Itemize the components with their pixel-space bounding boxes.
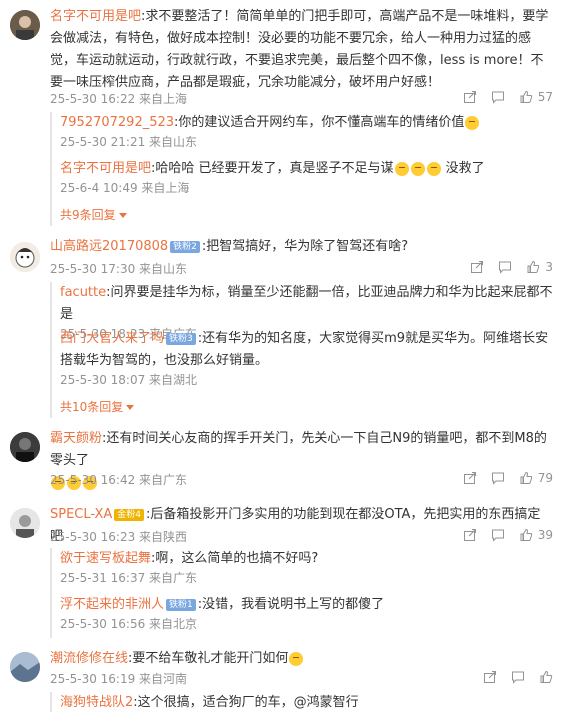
comment-icon[interactable] xyxy=(491,528,505,542)
reply: 欲于速写板起舞:啊，这么简单的也搞不好吗? 25-5-31 16:37 来自广东 xyxy=(60,548,553,586)
like-count: 39 xyxy=(537,528,553,542)
comment-meta: 25-5-30 16:23 来自陕西 xyxy=(50,530,188,544)
reply-text-suffix: 没救了 xyxy=(445,161,485,176)
avatar[interactable] xyxy=(10,508,40,538)
emoji-icon xyxy=(410,161,425,176)
share-icon[interactable] xyxy=(463,528,477,542)
comment-icon[interactable] xyxy=(491,471,505,485)
chevron-down-icon xyxy=(126,405,135,410)
avatar[interactable] xyxy=(10,432,40,462)
laugh-emoji-icon xyxy=(465,115,480,130)
reply-username[interactable]: 名字不可用是吧 xyxy=(60,161,151,176)
reply: 浮不起来的非洲人 铁粉1:没错，我看说明书上写的都傻了 25-5-30 16:56… xyxy=(60,594,553,632)
fan-badge: 铁粉1 xyxy=(166,598,196,611)
reply-username[interactable]: 欲于速写板起舞 xyxy=(60,551,151,566)
username[interactable]: SPECL-XA xyxy=(50,507,112,522)
reply-box: 海狗特战队2:这个很搞，适合狗厂的车，@鸿蒙智行 xyxy=(50,692,553,712)
username[interactable]: 霸天颜粉 xyxy=(50,431,102,446)
fan-badge: 金粉4 xyxy=(114,508,144,521)
username[interactable]: 名字不可用是吧 xyxy=(50,9,141,24)
comment-actions: 79 xyxy=(449,471,553,485)
comment-text: 山高路远20170808 铁粉2:把智驾搞好，华为除了智驾还有啥? xyxy=(50,236,549,258)
reply-username[interactable]: facutte xyxy=(60,285,106,300)
like-count: 57 xyxy=(537,90,553,104)
reply-meta: 25-6-4 10:49 来自上海 xyxy=(60,181,190,195)
comment-body: :还有时间关心友商的挥手开关门，先关心一下自己N9的销量吧，都不到M8的零头了 xyxy=(50,431,547,468)
like-icon[interactable]: 3 xyxy=(526,260,553,274)
comment-meta: 25-5-30 16:42 来自广东 xyxy=(50,473,188,487)
share-icon[interactable] xyxy=(470,260,484,274)
reply-meta: 25-5-30 18:07 来自湖北 xyxy=(60,373,198,387)
like-icon[interactable] xyxy=(539,670,553,684)
emoji-icon xyxy=(394,161,409,176)
chevron-down-icon xyxy=(118,213,127,218)
reply-text: :问界要是挂华为标，销量至少还能翻一倍，比亚迪品牌力和华为比起来屁都不是 xyxy=(60,285,553,322)
reply-text: :这个很搞，适合狗厂的车，@鸿蒙智行 xyxy=(133,695,359,710)
emoji-icon xyxy=(426,161,441,176)
comment-text: 潮流修修在线:要不给车敬礼才能开门如何 xyxy=(50,648,549,670)
avatar[interactable] xyxy=(10,652,40,682)
like-count: 79 xyxy=(537,471,553,485)
comment-text: 名字不可用是吧:求不要整活了！简简单单的门把手即可，高端产品不是一味堆料，要学会… xyxy=(50,6,549,94)
like-icon[interactable]: 39 xyxy=(519,528,553,542)
comment-meta: 25-5-30 16:19 来自河南 xyxy=(50,672,188,686)
comment-meta: 25-5-30 16:22 来自上海 xyxy=(50,92,188,106)
username[interactable]: 山高路远20170808 xyxy=(50,239,168,254)
avatar[interactable] xyxy=(10,242,40,272)
like-icon[interactable]: 79 xyxy=(519,471,553,485)
reply: 名字不可用是吧:哈哈哈 已经要开发了，真是竖子不足与谋 没救了 25-6-4 1… xyxy=(60,158,553,196)
fan-badge: 铁粉3 xyxy=(166,332,196,345)
reply-username[interactable]: 西门大官人来了吗 xyxy=(60,331,164,346)
reply-text: :你的建议适合开网约车，你不懂高端车的情绪价值 xyxy=(174,115,465,130)
comment-body: :把智驾搞好，华为除了智驾还有啥? xyxy=(201,239,409,254)
reply-username[interactable]: 浮不起来的非洲人 xyxy=(60,597,164,612)
reply-text: :啊，这么简单的也搞不好吗? xyxy=(151,551,319,566)
comment-body: :要不给车敬礼才能开门如何 xyxy=(128,651,289,666)
reply-text: :没错，我看说明书上写的都傻了 xyxy=(197,597,385,612)
reply-meta: 25-5-30 16:56 来自北京 xyxy=(60,617,198,631)
comment-meta: 25-5-30 17:30 来自山东 xyxy=(50,262,188,276)
username[interactable]: 潮流修修在线 xyxy=(50,651,128,666)
reply: 7952707292_523:你的建议适合开网约车，你不懂高端车的情绪价值 25… xyxy=(60,112,553,150)
comment-actions xyxy=(469,670,553,684)
fan-badge: 铁粉2 xyxy=(170,240,200,253)
share-icon[interactable] xyxy=(463,471,477,485)
comment-actions: 39 xyxy=(449,528,553,542)
reply-text: :哈哈哈 已经要开发了，真是竖子不足与谋 xyxy=(151,161,394,176)
comment-actions: 57 xyxy=(449,90,553,104)
share-icon[interactable] xyxy=(463,90,477,104)
reply: 西门大官人来了吗 铁粉3:还有华为的知名度，大家觉得买m9就是买华为。阿维塔长安搭… xyxy=(60,328,553,388)
reply-meta: 25-5-31 16:37 来自广东 xyxy=(60,571,198,585)
more-replies-link[interactable]: 共10条回复 xyxy=(60,398,135,415)
comment-icon[interactable] xyxy=(498,260,512,274)
reply-box: 欲于速写板起舞:啊，这么简单的也搞不好吗? 25-5-31 16:37 来自广东… xyxy=(50,548,553,638)
reply: 海狗特战队2:这个很搞，适合狗厂的车，@鸿蒙智行 xyxy=(60,692,553,714)
reply-box: facutte:问界要是挂华为标，销量至少还能翻一倍，比亚迪品牌力和华为比起来屁… xyxy=(50,282,553,418)
emoji-icon xyxy=(289,651,304,666)
reply-meta: 25-5-30 21:21 来自山东 xyxy=(60,135,198,149)
comment-actions: 3 xyxy=(456,260,553,274)
comment-icon[interactable] xyxy=(491,90,505,104)
share-icon[interactable] xyxy=(483,670,497,684)
avatar[interactable] xyxy=(10,10,40,40)
like-count: 3 xyxy=(545,260,553,274)
like-icon[interactable]: 57 xyxy=(519,90,553,104)
comment-icon[interactable] xyxy=(511,670,525,684)
reply-username[interactable]: 海狗特战队2 xyxy=(60,695,133,710)
reply-username[interactable]: 7952707292_523 xyxy=(60,115,174,130)
more-replies-link[interactable]: 共9条回复 xyxy=(60,206,127,223)
reply-box: 7952707292_523:你的建议适合开网约车，你不懂高端车的情绪价值 25… xyxy=(50,112,553,226)
